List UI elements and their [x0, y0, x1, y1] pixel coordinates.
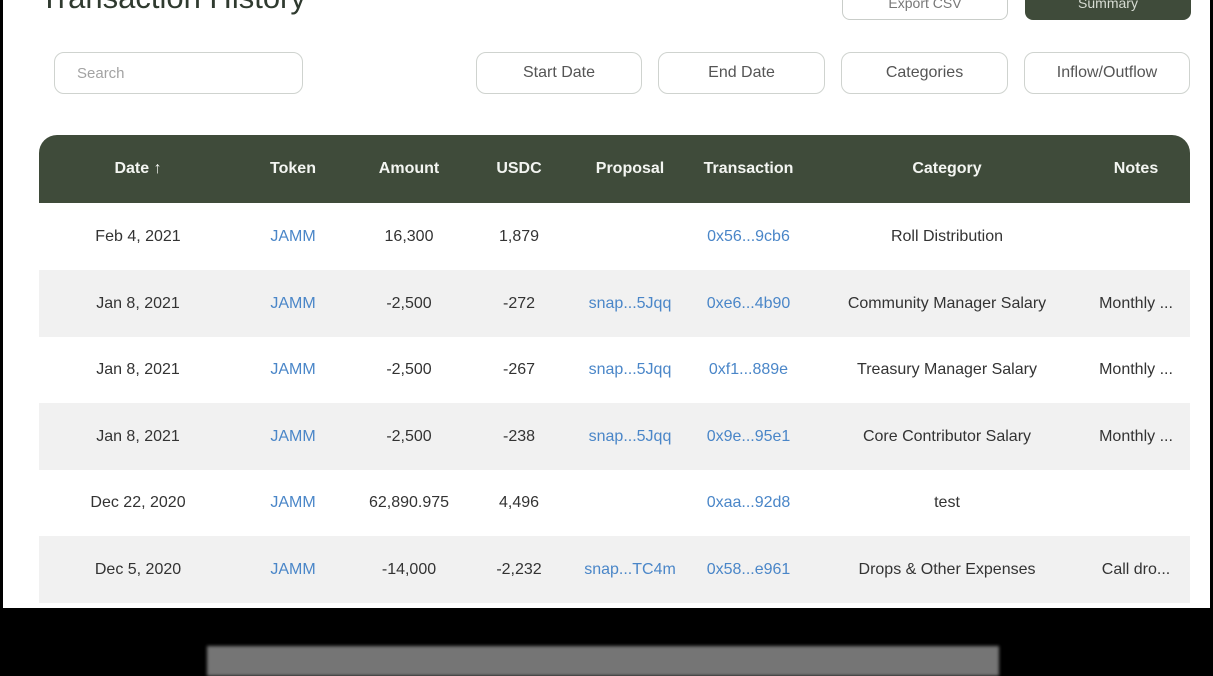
transaction-link[interactable]: 0xe6...4b90 [691, 270, 806, 337]
cell-amount: -2,500 [386, 295, 432, 312]
summary-button[interactable]: Summary [1025, 0, 1191, 20]
proposal-link[interactable]: snap...5Jqq [569, 403, 691, 470]
cell-usdc: -267 [502, 361, 536, 378]
proposal-link[interactable] [569, 469, 691, 536]
column-header-proposal[interactable]: Proposal [569, 135, 691, 203]
cell-usdc: -272 [502, 295, 536, 312]
cell-notes: Call dro... [1101, 561, 1171, 578]
table-header: Date ↑ Token Amount USDC Proposal Transa… [39, 135, 1190, 203]
export-csv-button[interactable]: Export CSV [842, 0, 1008, 20]
cell-usdc: -238 [502, 428, 536, 445]
table-row[interactable]: Feb 4, 2021 JAMM 16,300 1,879 0x56...9cb… [39, 203, 1190, 270]
cell-amount: 16,300 [384, 228, 434, 245]
transactions-table: Date ↑ Token Amount USDC Proposal Transa… [39, 135, 1190, 608]
cell-notes [1088, 203, 1184, 270]
table-row[interactable]: Jan 8, 2021 JAMM -2,500 -238 snap...5Jqq… [39, 403, 1190, 470]
table-row[interactable]: Dec 5, 2020 JAMM -14,000 -2,232 snap...T… [39, 536, 1190, 603]
cell-category: Treasury Manager Salary [857, 361, 1037, 378]
cell-amount: -14,000 [381, 561, 437, 578]
cell-category: Drops & Other Expenses [858, 561, 1036, 578]
cell-category: Community Manager Salary [847, 295, 1047, 312]
cell-usdc: -2,232 [496, 561, 542, 578]
inflow-outflow-filter[interactable]: Inflow/Outflow [1024, 52, 1190, 94]
proposal-link[interactable] [569, 203, 691, 270]
categories-filter[interactable]: Categories [841, 52, 1008, 94]
transaction-link[interactable]: 0xaa...92d8 [691, 469, 806, 536]
cell-date: Jan 8, 2021 [96, 361, 180, 378]
transaction-link[interactable]: 0x9e...95e1 [691, 403, 806, 470]
cell-notes: Monthly ... [1099, 361, 1173, 378]
proposal-link[interactable]: snap...5Jqq [569, 336, 691, 403]
token-link[interactable]: JAMM [237, 336, 349, 403]
cell-date: Dec 22, 2020 [90, 494, 186, 511]
table-row[interactable]: Dec 22, 2020 JAMM 62,890.975 4,496 0xaa.… [39, 469, 1190, 536]
column-header-usdc[interactable]: USDC [469, 135, 569, 203]
table-row[interactable]: Jan 8, 2021 JAMM -2,500 -267 snap...5Jqq… [39, 336, 1190, 403]
cell-amount: -2,500 [386, 428, 432, 445]
token-link[interactable]: JAMM [237, 270, 349, 337]
cell-category: Core Contributor Salary [862, 428, 1032, 445]
cell-notes [1088, 469, 1184, 536]
column-header-token[interactable]: Token [237, 135, 349, 203]
cell-usdc: 1,879 [498, 228, 540, 245]
search-input[interactable] [54, 52, 303, 94]
column-header-date[interactable]: Date ↑ [39, 135, 237, 203]
proposal-link[interactable]: snap...TC4m [569, 536, 691, 603]
token-link[interactable]: JAMM [237, 536, 349, 603]
token-link[interactable]: JAMM [237, 203, 349, 270]
app-window: Transaction History Export CSV Summary S… [3, 0, 1210, 608]
column-header-category[interactable]: Category [806, 135, 1088, 203]
token-link[interactable]: JAMM [237, 403, 349, 470]
transaction-link[interactable]: 0x58...e961 [691, 536, 806, 603]
cell-notes: Monthly ... [1099, 295, 1173, 312]
column-header-transaction[interactable]: Transaction [691, 135, 806, 203]
start-date-filter[interactable]: Start Date [476, 52, 642, 94]
cell-notes: Monthly ... [1099, 428, 1173, 445]
cell-date: Jan 8, 2021 [96, 428, 180, 445]
transaction-link[interactable]: 0xf1...889e [691, 336, 806, 403]
transaction-link[interactable]: 0x56...9cb6 [691, 203, 806, 270]
cell-category: Roll Distribution [890, 228, 1004, 245]
cell-category: test [934, 494, 960, 511]
column-header-notes[interactable]: Notes [1088, 135, 1184, 203]
cell-date: Jan 8, 2021 [96, 295, 180, 312]
cell-date: Dec 5, 2020 [94, 561, 182, 578]
blurred-caption [207, 646, 999, 676]
cell-date: Feb 4, 2021 [95, 228, 181, 245]
cell-amount: -2,500 [386, 361, 432, 378]
table-row[interactable]: Jan 8, 2021 JAMM -2,500 -272 snap...5Jqq… [39, 270, 1190, 337]
token-link[interactable]: JAMM [237, 469, 349, 536]
cell-amount: 62,890.975 [368, 494, 450, 511]
cell-usdc: 4,496 [498, 494, 540, 511]
end-date-filter[interactable]: End Date [658, 52, 825, 94]
proposal-link[interactable]: snap...5Jqq [569, 270, 691, 337]
column-header-amount[interactable]: Amount [349, 135, 469, 203]
page-title: Transaction History [40, 0, 306, 18]
